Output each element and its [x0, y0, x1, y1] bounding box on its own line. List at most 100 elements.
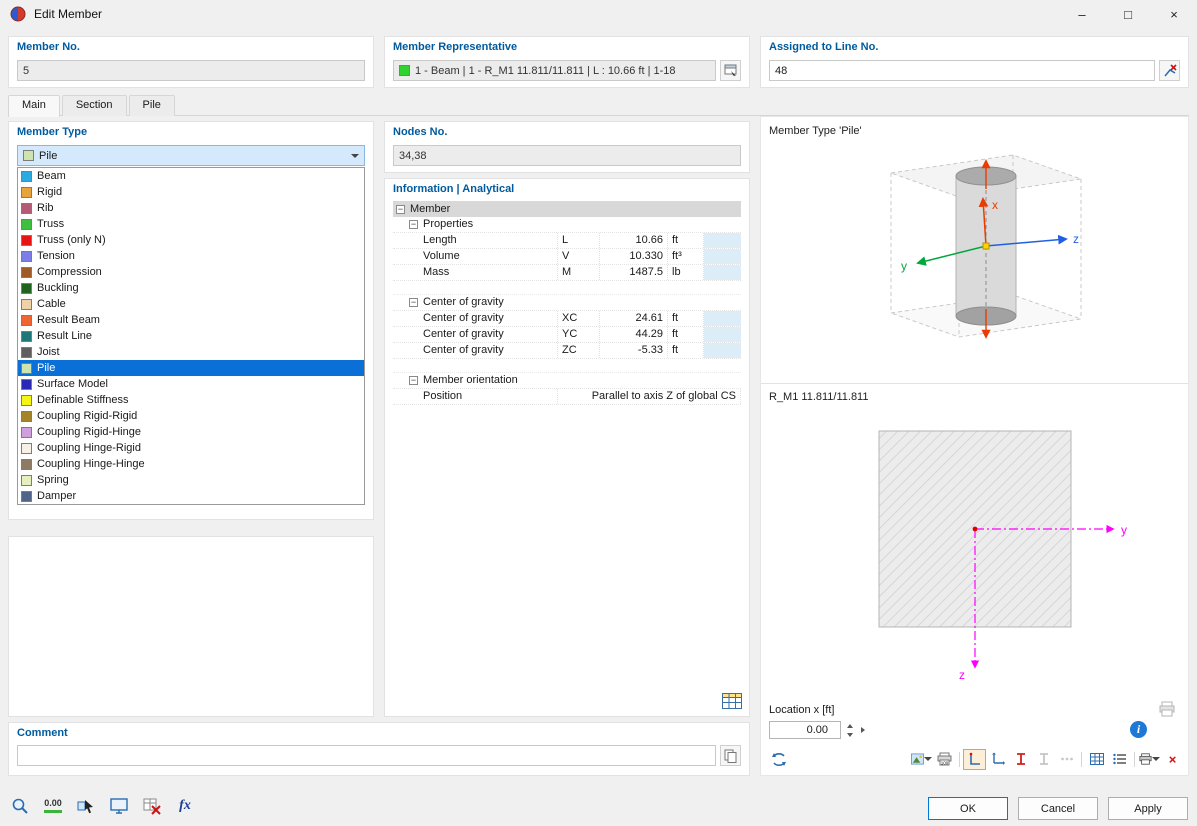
- member-type-option[interactable]: Coupling Rigid-Rigid: [18, 408, 364, 424]
- svg-text:100: 100: [941, 761, 949, 766]
- member-type-combo[interactable]: Pile: [17, 145, 365, 166]
- delete-member-button[interactable]: [140, 794, 164, 818]
- dialog-toolbar: 0.00 fx: [8, 794, 197, 818]
- member-type-option[interactable]: Beam: [18, 168, 364, 184]
- member-type-option[interactable]: Spring: [18, 472, 364, 488]
- location-spinner[interactable]: [843, 721, 856, 739]
- member-type-color-swatch: [21, 363, 32, 374]
- tree-data-row: MassM1487.5lb: [393, 265, 741, 281]
- member-3d-view[interactable]: x y z: [761, 139, 1188, 379]
- assigned-line-label: Assigned to Line No.: [769, 41, 878, 53]
- detach-line-button[interactable]: [1159, 60, 1180, 81]
- tab-section[interactable]: Section: [62, 95, 127, 116]
- show-axes-button[interactable]: [986, 749, 1009, 770]
- toolbar-separator: [1081, 752, 1082, 767]
- member-type-option[interactable]: Rigid: [18, 184, 364, 200]
- close-button[interactable]: ×: [1151, 0, 1197, 28]
- tab-pile[interactable]: Pile: [129, 95, 175, 116]
- nodes-input[interactable]: 34,38: [393, 145, 741, 166]
- titlebar: Edit Member – □ ×: [0, 0, 1197, 28]
- location-combo[interactable]: 0.00: [769, 721, 841, 739]
- spin-up-icon[interactable]: [843, 721, 856, 730]
- representative-picker-button[interactable]: [720, 60, 741, 81]
- assigned-line-input[interactable]: 48: [769, 60, 1155, 81]
- copy-comment-button[interactable]: [720, 745, 741, 766]
- delete-table-icon: [143, 797, 161, 815]
- member-type-option[interactable]: Cable: [18, 296, 364, 312]
- member-type-combo-value: Pile: [39, 150, 57, 162]
- step-forward-icon[interactable]: [861, 727, 865, 733]
- cancel-button[interactable]: Cancel: [1018, 797, 1098, 820]
- show-section-outline-button[interactable]: [963, 749, 986, 770]
- spin-down-icon[interactable]: [843, 730, 856, 739]
- show-profile-alt-button[interactable]: [1032, 749, 1055, 770]
- maximize-button[interactable]: □: [1105, 0, 1151, 28]
- member-type-option[interactable]: Buckling: [18, 280, 364, 296]
- tree-group-row[interactable]: Center of gravity: [393, 295, 741, 311]
- axis-x-label: x: [992, 198, 998, 212]
- display-settings-button[interactable]: [8, 794, 32, 818]
- member-type-option[interactable]: Truss: [18, 216, 364, 232]
- member-type-option[interactable]: Rib: [18, 200, 364, 216]
- member-type-option[interactable]: Result Line: [18, 328, 364, 344]
- member-type-color-swatch: [21, 411, 32, 422]
- member-type-option[interactable]: Pile: [18, 360, 364, 376]
- member-type-option[interactable]: Surface Model: [18, 376, 364, 392]
- member-type-option[interactable]: Compression: [18, 264, 364, 280]
- member-type-option[interactable]: Joist: [18, 344, 364, 360]
- minimize-button[interactable]: –: [1059, 0, 1105, 28]
- show-values-table-button[interactable]: [1085, 749, 1108, 770]
- deactivate-view-button[interactable]: ×: [1161, 749, 1184, 770]
- tree-root-row[interactable]: Member: [393, 201, 741, 217]
- tab-main[interactable]: Main: [8, 95, 60, 117]
- information-label: Information | Analytical: [393, 183, 514, 195]
- member-type-option[interactable]: Coupling Hinge-Hinge: [18, 456, 364, 472]
- view-in-graphic-button[interactable]: [107, 794, 131, 818]
- member-representative-input[interactable]: 1 - Beam | 1 - R_M1 11.811/11.811 | L : …: [393, 60, 716, 81]
- member-type-option[interactable]: Damper: [18, 488, 364, 504]
- units-settings-button[interactable]: 0.00: [41, 794, 65, 818]
- location-controls: 0.00: [769, 721, 865, 739]
- member-type-option[interactable]: Coupling Rigid-Hinge: [18, 424, 364, 440]
- edit-function-button[interactable]: fx: [173, 794, 197, 818]
- render-mode-button[interactable]: [910, 749, 933, 770]
- select-member-button[interactable]: [74, 794, 98, 818]
- open-table-button[interactable]: [721, 692, 743, 710]
- magnifier-icon: [11, 797, 29, 815]
- preview-toolbar: 100: [767, 748, 1184, 770]
- member-no-input[interactable]: 5: [17, 60, 365, 81]
- member-type-list[interactable]: Beam Rigid Rib Truss Truss (only N) Tens…: [17, 167, 365, 505]
- ok-button[interactable]: OK: [928, 797, 1008, 820]
- tree-root-label: Member: [410, 202, 450, 217]
- member-type-option[interactable]: Definable Stiffness: [18, 392, 364, 408]
- collapse-icon[interactable]: [409, 376, 418, 385]
- axis-z-label: z: [1073, 232, 1079, 246]
- dialog-picker-icon: [724, 64, 738, 78]
- tree-data-row: LengthL10.66ft: [393, 233, 741, 249]
- member-type-group: Member Type Pile Beam Rigid Rib Truss Tr…: [8, 121, 374, 520]
- show-dimensions-button[interactable]: [1055, 749, 1078, 770]
- print-button[interactable]: [1138, 749, 1161, 770]
- collapse-icon[interactable]: [409, 220, 418, 229]
- member-type-option[interactable]: Truss (only N): [18, 232, 364, 248]
- print-scale-button[interactable]: 100: [933, 749, 956, 770]
- apply-button[interactable]: Apply: [1108, 797, 1188, 820]
- sync-view-button[interactable]: [767, 749, 790, 770]
- comment-input[interactable]: [17, 745, 716, 766]
- member-type-color-swatch: [21, 299, 32, 310]
- show-stress-points-button[interactable]: [1108, 749, 1131, 770]
- axes-icon: [991, 752, 1005, 766]
- show-profile-button[interactable]: [1009, 749, 1032, 770]
- member-type-option[interactable]: Coupling Hinge-Rigid: [18, 440, 364, 456]
- member-type-option[interactable]: Result Beam: [18, 312, 364, 328]
- collapse-icon[interactable]: [396, 205, 405, 214]
- collapse-icon[interactable]: [409, 298, 418, 307]
- tab-divider: [8, 115, 1189, 116]
- section-2d-view[interactable]: y z: [761, 409, 1188, 699]
- member-type-option[interactable]: Tension: [18, 248, 364, 264]
- tree-group-row[interactable]: Properties: [393, 217, 741, 233]
- member-no-group: Member No. 5: [8, 36, 374, 88]
- info-button[interactable]: i: [1130, 721, 1147, 738]
- chevron-down-icon: [351, 154, 359, 158]
- tree-group-row[interactable]: Member orientation: [393, 373, 741, 389]
